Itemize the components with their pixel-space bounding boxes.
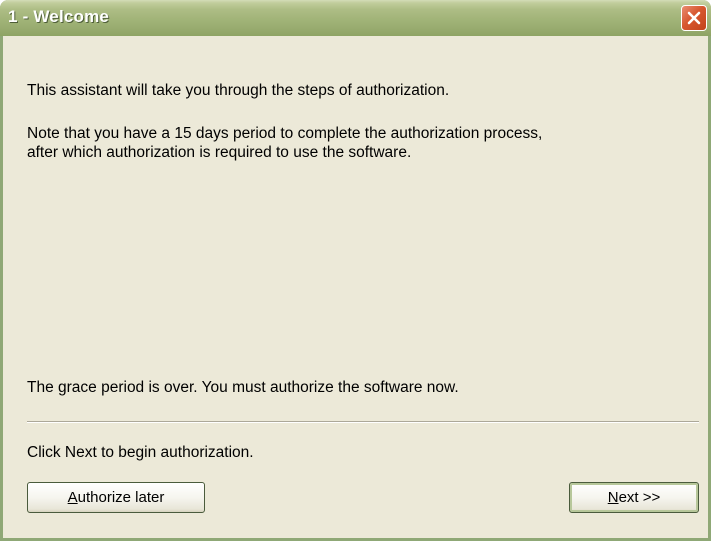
close-button[interactable]: [681, 5, 707, 31]
next-button[interactable]: Next >>: [569, 482, 699, 513]
next-label: ext >>: [618, 489, 661, 506]
authorization-wizard-window: 1 - Welcome This assistant will take you…: [0, 0, 711, 541]
authorize-later-button[interactable]: Authorize later: [27, 482, 205, 513]
wizard-content: This assistant will take you through the…: [3, 36, 708, 538]
note-text-line-2: after which authorization is required to…: [27, 144, 412, 161]
title-bar[interactable]: 1 - Welcome: [0, 0, 711, 36]
intro-text: This assistant will take you through the…: [27, 82, 450, 99]
authorize-later-accelerator: A: [67, 489, 78, 506]
grace-period-message: The grace period is over. You must autho…: [27, 379, 459, 396]
close-icon: [687, 11, 701, 25]
separator: [27, 421, 699, 423]
next-accelerator: N: [607, 489, 619, 506]
window-title: 1 - Welcome: [8, 7, 110, 26]
note-text-line-1: Note that you have a 15 days period to c…: [27, 125, 543, 142]
authorize-later-label: uthorize later: [77, 489, 165, 506]
instruction-text: Click Next to begin authorization.: [27, 444, 254, 461]
